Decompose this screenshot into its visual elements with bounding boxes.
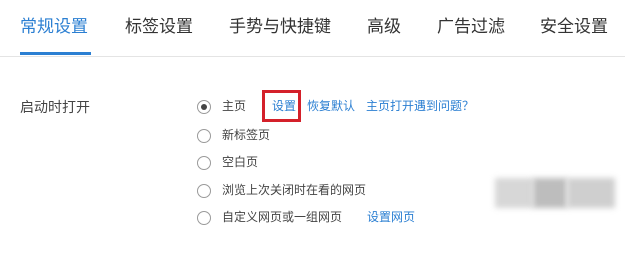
radio-button[interactable]: [197, 184, 211, 198]
tab-advanced[interactable]: 高级: [367, 14, 401, 40]
tab-ad-filter[interactable]: 广告过滤: [437, 14, 505, 40]
option-label-last-session[interactable]: 浏览上次关闭时在看的网页: [222, 181, 366, 200]
active-tab-indicator: [20, 52, 91, 55]
tab-security-settings[interactable]: 安全设置: [540, 14, 608, 40]
tab-gestures-shortcuts[interactable]: 手势与快捷键: [229, 14, 331, 40]
option-label-blank-page[interactable]: 空白页: [222, 153, 258, 172]
radio-button[interactable]: [197, 129, 211, 143]
blurred-watermark: [533, 178, 567, 208]
option-label-new-tab[interactable]: 新标签页: [222, 126, 270, 145]
radio-button[interactable]: [197, 156, 211, 170]
radio-button[interactable]: [197, 211, 211, 225]
custom-pages-settings-link[interactable]: 设置网页: [367, 208, 415, 227]
radio-button-checked[interactable]: [197, 100, 211, 114]
highlight-annotation-box: [262, 90, 301, 122]
tab-general-settings[interactable]: 常规设置: [20, 14, 88, 40]
homepage-help-link[interactable]: 主页打开遇到问题？: [366, 97, 474, 116]
option-label-custom-pages[interactable]: 自定义网页或一组网页: [222, 208, 342, 227]
startup-section-label: 启动时打开: [20, 100, 90, 116]
blurred-watermark: [495, 178, 533, 208]
option-label-homepage[interactable]: 主页: [222, 97, 246, 116]
tab-tab-settings[interactable]: 标签设置: [125, 14, 193, 40]
restore-default-link[interactable]: 恢复默认: [307, 97, 355, 116]
settings-tab-bar: 常规设置 标签设置 手势与快捷键 高级 广告过滤 安全设置: [0, 0, 625, 57]
blurred-watermark: [567, 178, 615, 208]
